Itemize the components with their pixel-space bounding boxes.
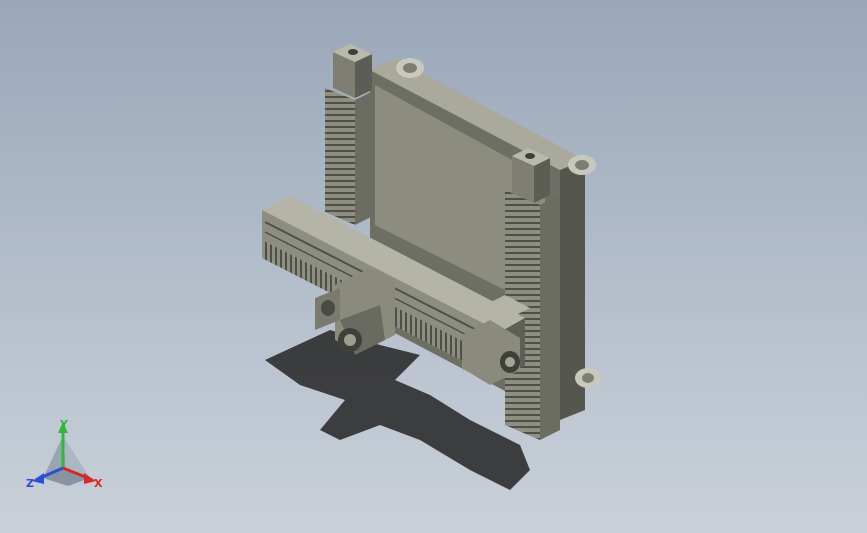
- cnc-assembly-model[interactable]: [0, 0, 867, 533]
- axis-triad: Y X Z: [26, 418, 103, 490]
- z-axis-label: Z: [26, 477, 34, 490]
- y-axis-label: Y: [59, 418, 69, 431]
- cad-viewport[interactable]: Y X Z: [0, 0, 867, 533]
- x-axis-label: X: [94, 477, 103, 490]
- left-vertical-axis: [325, 44, 375, 225]
